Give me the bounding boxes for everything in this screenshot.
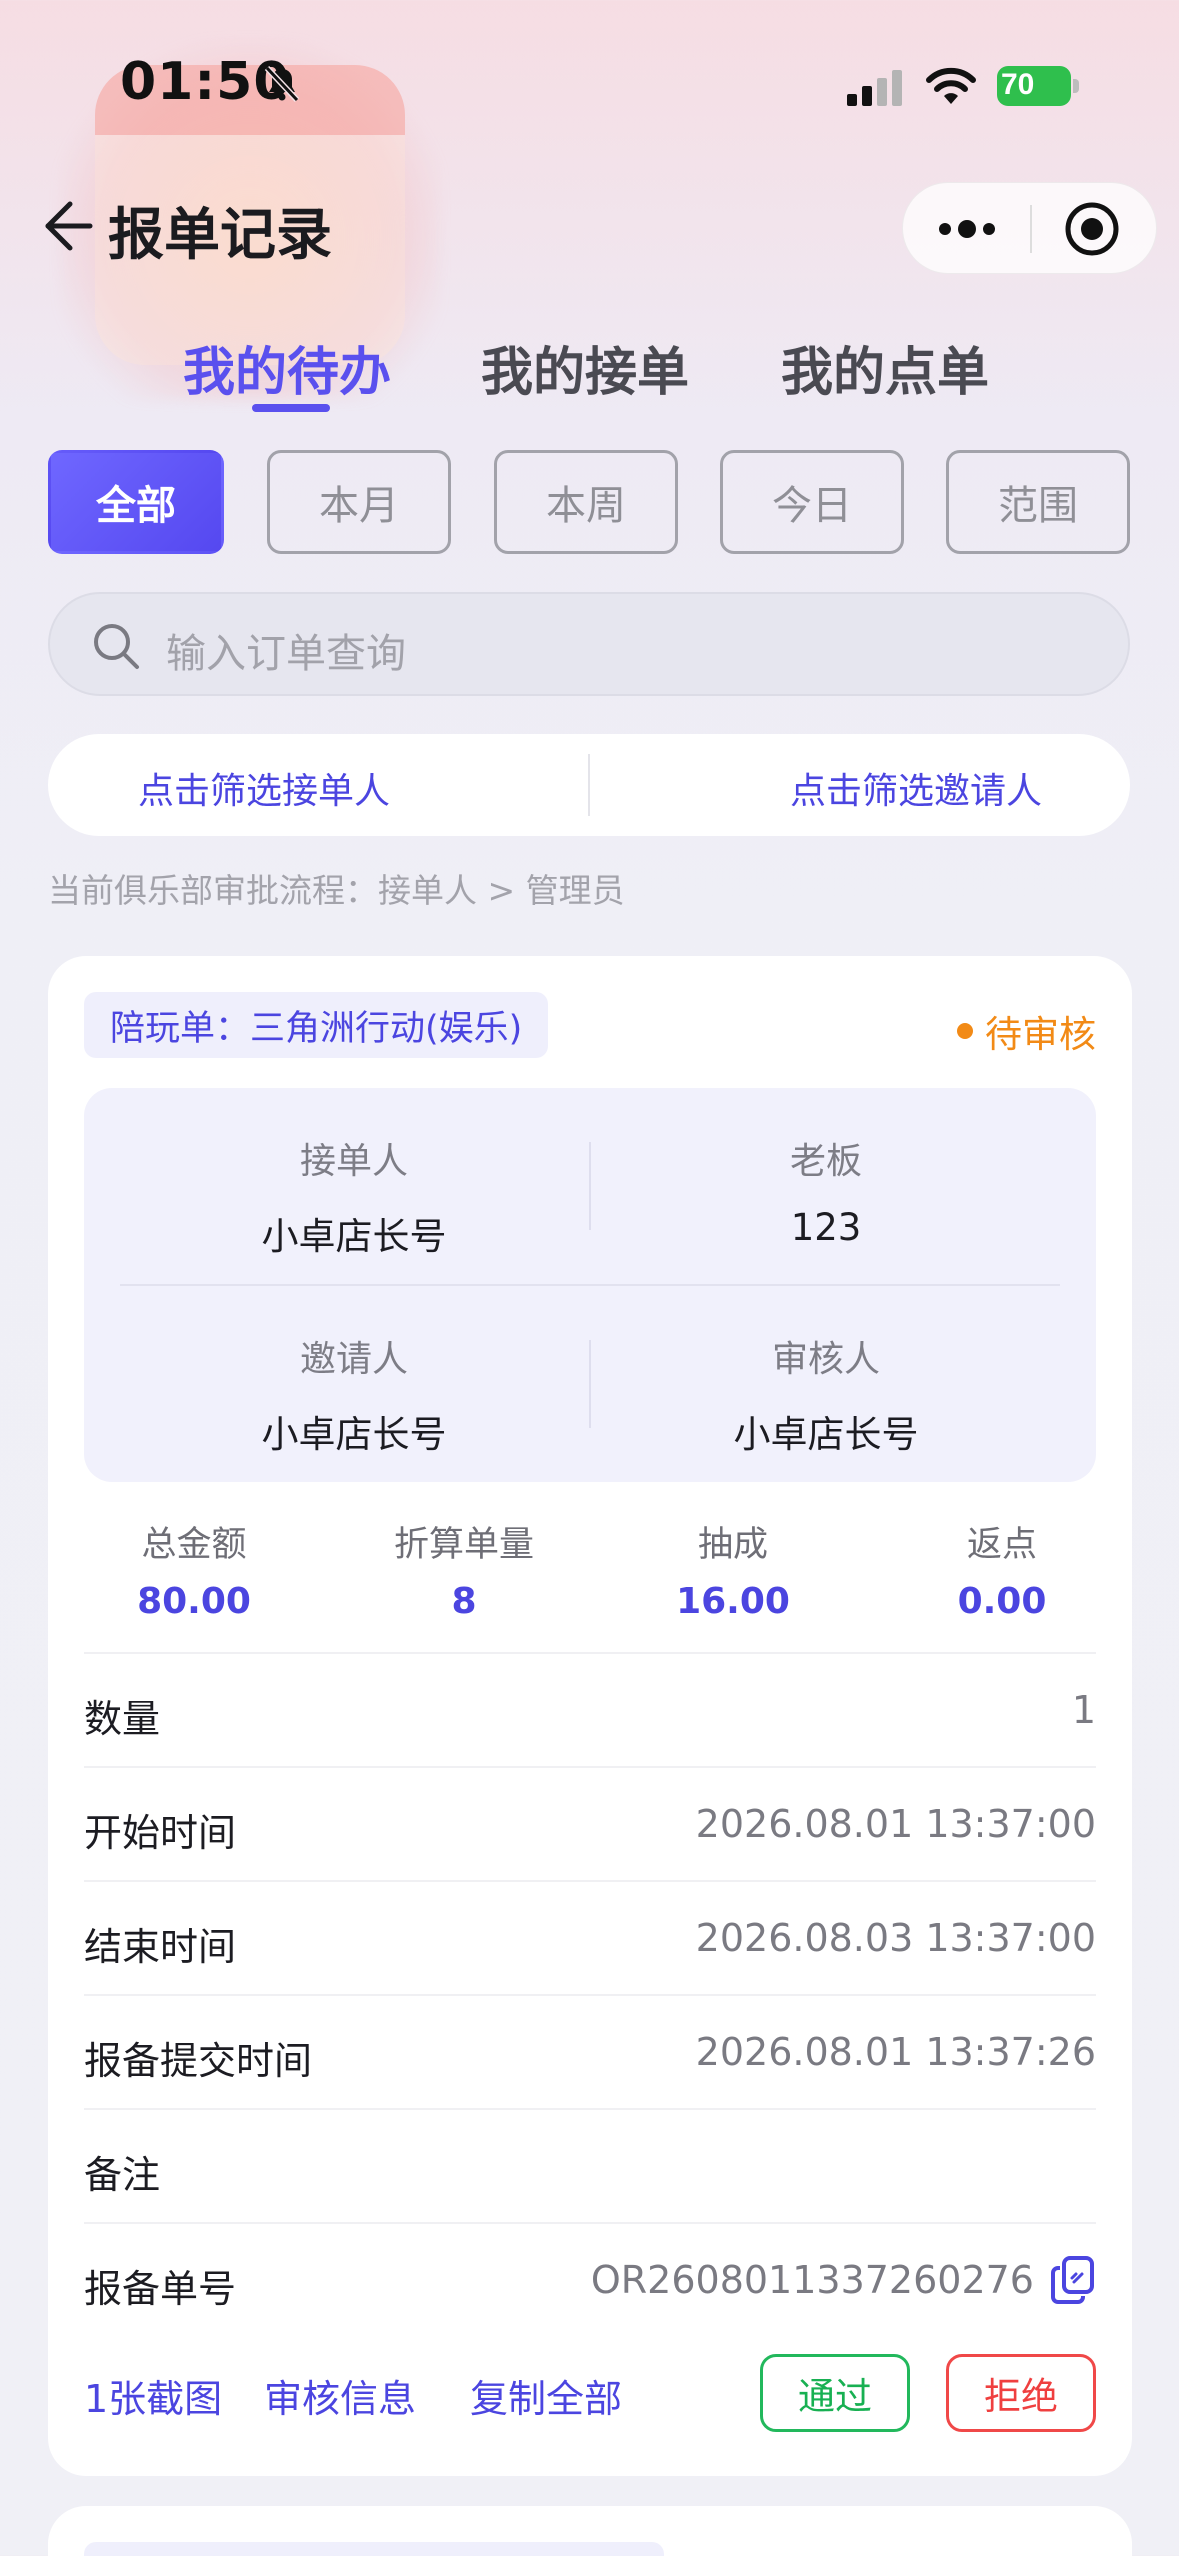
taker-value: 小卓店长号: [261, 1215, 447, 1258]
stat-total-value: 80.00: [137, 1581, 251, 1622]
detail-row-end-time: 结束时间 2026.08.03 13:37:00: [84, 1880, 1096, 1994]
person-filter-bar: 点击筛选接单人 点击筛选邀请人: [48, 734, 1130, 836]
battery-level: 70: [1001, 68, 1035, 101]
order-type-tag: 陪玩单：三角洲行动(娱乐): [84, 992, 549, 1058]
taker-label: 接单人: [299, 1141, 408, 1182]
approval-flow-text: 当前俱乐部审批流程：接单人 > 管理员: [48, 871, 625, 910]
reviewer-value: 小卓店长号: [733, 1413, 919, 1456]
start-time-value: 2026.08.01 13:37:00: [695, 1802, 1096, 1846]
quantity-label: 数量: [84, 1697, 161, 1741]
reject-button[interactable]: 拒绝: [946, 2354, 1096, 2432]
order-search-input[interactable]: 输入订单查询: [48, 592, 1130, 696]
stat-commission: 抽成 16.00: [623, 1516, 843, 1622]
tab-my-accepted[interactable]: 我的接单: [481, 330, 689, 405]
start-time-label: 开始时间: [84, 1811, 237, 1855]
status-dot: [957, 1023, 973, 1039]
detail-row-submit-time: 报备提交时间 2026.08.01 13:37:26: [84, 1994, 1096, 2108]
order-number-label: 报备单号: [84, 2267, 237, 2311]
stat-rebate-value: 0.00: [957, 1581, 1047, 1622]
back-arrow-icon[interactable]: [40, 196, 96, 256]
order-number-value: OR2608011337260276: [590, 2258, 1034, 2302]
battery-icon: 70: [997, 66, 1079, 106]
boss-cell: 老板 123: [590, 1132, 1062, 1249]
inviter-value: 小卓店长号: [261, 1413, 447, 1456]
stat-units: 折算单量 8: [354, 1516, 574, 1622]
end-time-label: 结束时间: [84, 1925, 237, 1969]
silent-bell-icon: [264, 65, 300, 103]
status-text: 待审核: [985, 1013, 1096, 1056]
reviewer-cell: 审核人 小卓店长号: [590, 1330, 1062, 1458]
review-info-link[interactable]: 审核信息: [264, 2368, 416, 2423]
cellular-signal-icon: [847, 70, 902, 106]
copy-all-link[interactable]: 复制全部: [470, 2368, 622, 2423]
stat-rebate-label: 返点: [966, 1525, 1037, 1565]
reviewer-label: 审核人: [771, 1339, 880, 1380]
stat-units-value: 8: [451, 1581, 477, 1622]
filter-range[interactable]: 范围: [946, 450, 1130, 554]
submit-time-value: 2026.08.01 13:37:26: [695, 2030, 1096, 2074]
boss-value: 123: [790, 1206, 862, 1249]
inviter-cell: 邀请人 小卓店长号: [118, 1330, 590, 1458]
page-title: 报单记录: [108, 203, 332, 268]
people-panel: 接单人 小卓店长号 老板 123 邀请人 小卓店长号 审核人 小卓店长号: [84, 1088, 1096, 1482]
note-label: 备注: [84, 2153, 161, 2197]
approve-button[interactable]: 通过: [760, 2354, 910, 2432]
boss-label: 老板: [789, 1141, 862, 1182]
more-icon[interactable]: [935, 209, 999, 249]
order-card: 陪玩单：三角洲行动(娱乐) 待审核 接单人 小卓店长号 老板 123 邀请人 小…: [48, 956, 1132, 2476]
end-time-value: 2026.08.03 13:37:00: [695, 1916, 1096, 1960]
screenshots-link[interactable]: 1张截图: [84, 2368, 222, 2423]
stat-units-label: 折算单量: [393, 1525, 534, 1565]
stat-commission-label: 抽成: [697, 1525, 768, 1565]
detail-row-note: 备注: [84, 2108, 1096, 2222]
wifi-icon: [926, 67, 976, 104]
tab-my-placed[interactable]: 我的点单: [781, 330, 989, 405]
search-icon: [94, 624, 139, 669]
submit-time-label: 报备提交时间: [84, 2039, 313, 2083]
divider: [588, 754, 590, 816]
miniprogram-capsule: [902, 182, 1157, 274]
filter-this-week[interactable]: 本周: [494, 450, 678, 554]
stat-total: 总金额 80.00: [84, 1516, 304, 1622]
stat-rebate: 返点 0.00: [892, 1516, 1112, 1622]
filter-all[interactable]: 全部: [48, 450, 224, 554]
copy-icon[interactable]: [1050, 2254, 1096, 2306]
filter-inviter-button[interactable]: 点击筛选邀请人: [790, 762, 1042, 814]
taker-cell: 接单人 小卓店长号: [118, 1132, 590, 1260]
close-miniprogram-icon[interactable]: [1063, 200, 1121, 258]
tab-my-todo[interactable]: 我的待办: [183, 330, 391, 405]
active-tab-indicator: [252, 404, 330, 412]
detail-row-start-time: 开始时间 2026.08.01 13:37:00: [84, 1766, 1096, 1880]
detail-row-quantity: 数量 1: [84, 1652, 1096, 1766]
order-card-next: [48, 2506, 1132, 2556]
quantity-value: 1: [1071, 1688, 1096, 1732]
stat-total-label: 总金额: [141, 1525, 247, 1565]
status-badge: 待审核: [957, 1004, 1096, 1058]
detail-row-order-number: 报备单号 OR2608011337260276: [84, 2222, 1096, 2336]
filter-today[interactable]: 今日: [720, 450, 904, 554]
order-stats: 总金额 80.00 折算单量 8 抽成 16.00 返点 0.00: [84, 1516, 1096, 1622]
search-placeholder: 输入订单查询: [166, 631, 406, 677]
order-type-tag-next: [84, 2542, 664, 2556]
divider: [120, 1284, 1060, 1286]
filter-taker-button[interactable]: 点击筛选接单人: [138, 762, 390, 814]
filter-this-month[interactable]: 本月: [267, 450, 451, 554]
stat-commission-value: 16.00: [676, 1581, 790, 1622]
inviter-label: 邀请人: [299, 1339, 408, 1380]
order-actions: 1张截图 审核信息 复制全部 通过 拒绝: [84, 2354, 1096, 2434]
